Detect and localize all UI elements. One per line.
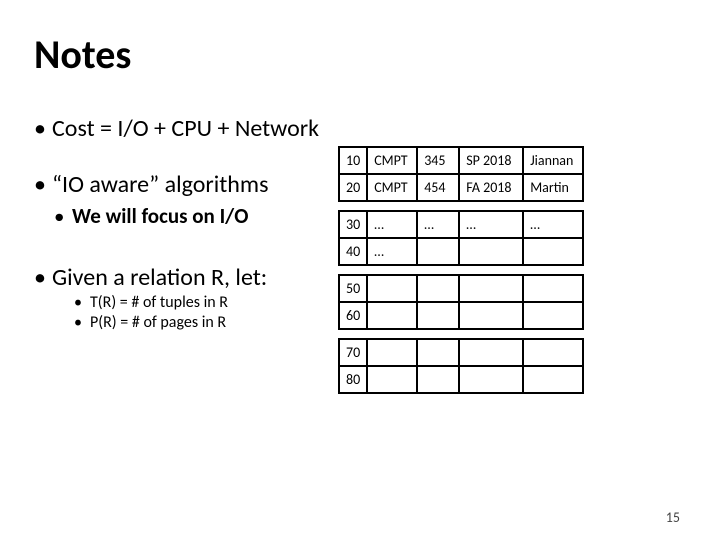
cell bbox=[417, 275, 459, 302]
cell: … bbox=[523, 211, 583, 238]
cell: SP 2018 bbox=[459, 147, 523, 174]
page-table-1: 10 CMPT 345 SP 2018 Jiannan 20 CMPT 454 … bbox=[338, 146, 584, 202]
table-row: 10 CMPT 345 SP 2018 Jiannan bbox=[339, 147, 583, 174]
cell bbox=[459, 302, 523, 329]
table-row: 20 CMPT 454 FA 2018 Martin bbox=[339, 174, 583, 201]
cell bbox=[523, 302, 583, 329]
cell bbox=[367, 339, 417, 366]
page-block-3: 50 60 Page 3 bbox=[338, 274, 708, 330]
page-title: Notes bbox=[34, 30, 686, 79]
cell: … bbox=[417, 211, 459, 238]
table-row: 50 bbox=[339, 275, 583, 302]
table-row: 80 bbox=[339, 366, 583, 393]
cell: 10 bbox=[339, 147, 367, 174]
cell: … bbox=[367, 211, 417, 238]
page-table-3: 50 60 bbox=[338, 274, 584, 330]
table-row: 30 … … … … bbox=[339, 211, 583, 238]
cell: … bbox=[367, 238, 417, 265]
cell: 345 bbox=[417, 147, 459, 174]
page-table-4: 70 80 bbox=[338, 338, 584, 394]
cell: … bbox=[459, 211, 523, 238]
table-row: 60 bbox=[339, 302, 583, 329]
table-row: 70 bbox=[339, 339, 583, 366]
slide-number: 15 bbox=[666, 509, 680, 526]
cell bbox=[523, 339, 583, 366]
cell: CMPT bbox=[367, 174, 417, 201]
cell bbox=[459, 238, 523, 265]
slide: Notes Cost = I/O + CPU + Network “IO awa… bbox=[0, 0, 720, 540]
table-row: 40 … bbox=[339, 238, 583, 265]
cell bbox=[459, 366, 523, 393]
cell: CMPT bbox=[367, 147, 417, 174]
cell: Martin bbox=[523, 174, 583, 201]
cell: 30 bbox=[339, 211, 367, 238]
cell bbox=[459, 275, 523, 302]
cell: 50 bbox=[339, 275, 367, 302]
cell: 60 bbox=[339, 302, 367, 329]
cell bbox=[367, 275, 417, 302]
cell: 40 bbox=[339, 238, 367, 265]
cell bbox=[523, 238, 583, 265]
page-block-2: 30 … … … … 40 … Page 2 bbox=[338, 210, 708, 266]
page-block-1: 10 CMPT 345 SP 2018 Jiannan 20 CMPT 454 … bbox=[338, 146, 708, 202]
pages-diagram: 10 CMPT 345 SP 2018 Jiannan 20 CMPT 454 … bbox=[338, 146, 708, 402]
cell: FA 2018 bbox=[459, 174, 523, 201]
cell: 454 bbox=[417, 174, 459, 201]
cell: 70 bbox=[339, 339, 367, 366]
page-table-2: 30 … … … … 40 … bbox=[338, 210, 584, 266]
cell bbox=[459, 339, 523, 366]
cell bbox=[417, 238, 459, 265]
cell bbox=[523, 275, 583, 302]
cell: 80 bbox=[339, 366, 367, 393]
cell: 20 bbox=[339, 174, 367, 201]
cell bbox=[417, 366, 459, 393]
cell bbox=[367, 366, 417, 393]
cell bbox=[417, 339, 459, 366]
cell: Jiannan bbox=[523, 147, 583, 174]
cell bbox=[523, 366, 583, 393]
bullet-cost: Cost = I/O + CPU + Network bbox=[34, 115, 686, 143]
page-block-4: 70 80 Page 4 bbox=[338, 338, 708, 394]
cell bbox=[367, 302, 417, 329]
cell bbox=[417, 302, 459, 329]
